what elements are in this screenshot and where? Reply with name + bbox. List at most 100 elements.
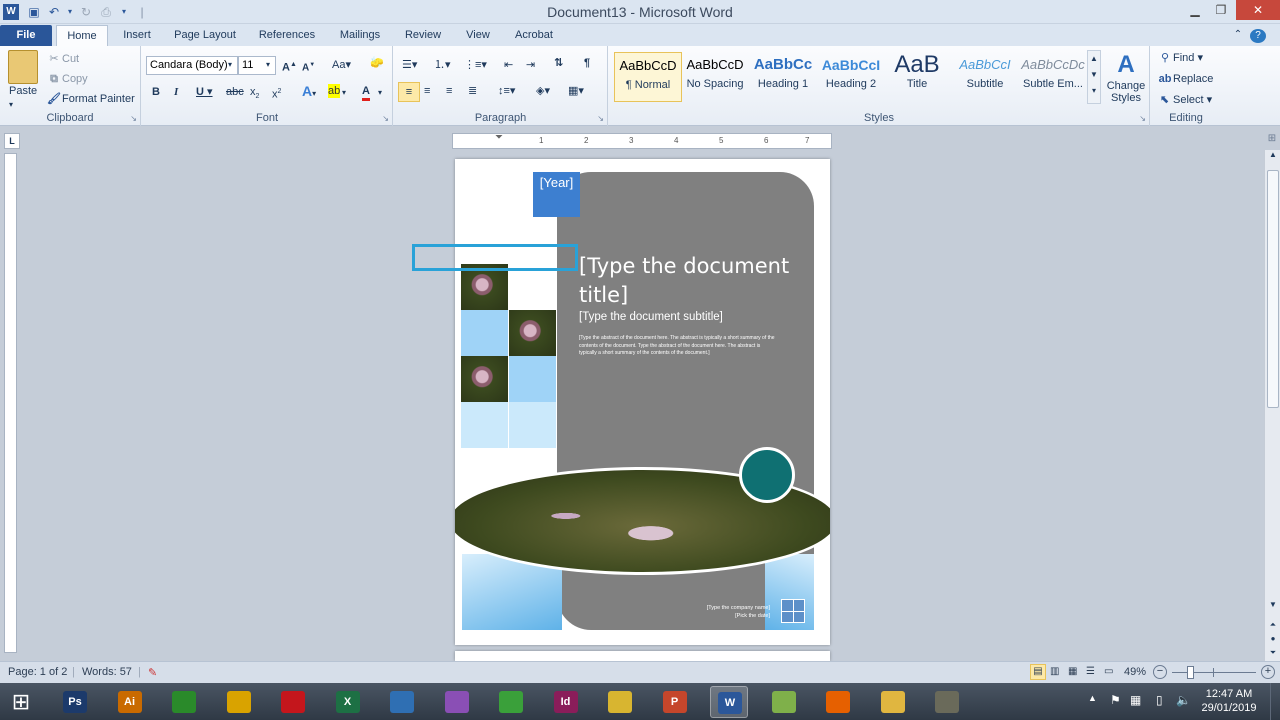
tab-file[interactable]: File — [0, 25, 52, 46]
cut-button[interactable]: ✂ Cut — [46, 52, 79, 66]
superscript-icon[interactable]: x2 — [272, 85, 281, 102]
font-launcher-icon[interactable]: ↘ — [382, 114, 389, 123]
vertical-scrollbar[interactable]: ▲ ▼ ⏶ ● ⏷ — [1264, 150, 1280, 661]
justify-icon[interactable]: ≣ — [468, 84, 477, 98]
numbering-icon[interactable]: ⒈▾ — [434, 58, 451, 72]
show-desktop-button[interactable] — [1270, 683, 1280, 720]
zoom-out-icon[interactable]: − — [1153, 665, 1167, 679]
full-screen-view-icon[interactable]: ▥ — [1050, 666, 1059, 677]
abstract-placeholder[interactable]: [Type the abstract of the document here.… — [579, 335, 779, 358]
strikethrough-icon[interactable]: abc — [226, 85, 244, 99]
tab-home[interactable]: Home — [56, 25, 108, 46]
minimize-ribbon-icon[interactable]: ⌃ — [1230, 25, 1246, 46]
taskbar-app-word[interactable]: W — [710, 686, 748, 718]
taskbar-app-media[interactable] — [928, 686, 966, 718]
draft-view-icon[interactable]: ▭ — [1104, 666, 1113, 677]
web-layout-view-icon[interactable]: ▦ — [1068, 666, 1077, 677]
taskbar-app-camera[interactable] — [383, 686, 421, 718]
style-subtle-emphasis[interactable]: AaBbCcDc Subtle Em... — [1019, 52, 1087, 102]
style-subtitle[interactable]: AaBbCcI Subtitle — [951, 52, 1019, 102]
font-color-dropdown-icon[interactable]: ▾ — [378, 86, 382, 100]
view-ruler-icon[interactable]: ⊞ — [1264, 133, 1280, 149]
taskbar-app-firefox[interactable] — [819, 686, 857, 718]
paste-button[interactable]: Paste — [9, 84, 37, 98]
font-size-dropdown-icon[interactable]: ▾ — [266, 58, 270, 72]
line-spacing-icon[interactable]: ↕≡▾ — [498, 84, 515, 98]
document-page-2[interactable] — [455, 651, 830, 661]
change-styles-button[interactable]: A Change Styles — [1105, 50, 1147, 104]
clear-formatting-icon[interactable]: 🧽 — [370, 56, 384, 70]
paragraph-launcher-icon[interactable]: ↘ — [597, 114, 604, 123]
tab-references[interactable]: References — [254, 25, 320, 46]
taskbar-app-ai[interactable]: Ai — [111, 686, 149, 718]
tab-page-layout[interactable]: Page Layout — [170, 25, 240, 46]
text-effects-icon[interactable]: A▾ — [302, 84, 316, 101]
font-size-combo[interactable]: 11 — [238, 56, 276, 75]
company-date-block[interactable]: [Type the company name] [Pick the date] — [655, 604, 770, 620]
browse-object-icon[interactable]: ● — [1267, 634, 1279, 646]
style-heading-1[interactable]: AaBbCc Heading 1 — [749, 52, 817, 102]
action-center-flag-icon[interactable]: ⚑ — [1110, 693, 1121, 707]
help-icon[interactable]: ? — [1250, 29, 1266, 43]
taskbar-app-green-app[interactable] — [492, 686, 530, 718]
styles-launcher-icon[interactable]: ↘ — [1139, 114, 1146, 123]
paste-dropdown-icon[interactable]: ▾ — [9, 98, 13, 112]
vertical-ruler[interactable] — [4, 153, 17, 653]
document-title-placeholder[interactable]: [Type the document title] — [579, 252, 799, 310]
next-page-icon[interactable]: ⏷ — [1267, 648, 1279, 660]
scroll-down-icon[interactable]: ▼ — [1267, 600, 1279, 612]
style-heading-2[interactable]: AaBbCcI Heading 2 — [817, 52, 885, 102]
shrink-font-icon[interactable]: A▼ — [302, 58, 315, 75]
style-normal[interactable]: AaBbCcD ¶ Normal — [614, 52, 682, 102]
taskbar-app-explorer[interactable] — [874, 686, 912, 718]
company-placeholder[interactable]: [Type the company name] — [655, 604, 770, 612]
underline-icon[interactable]: U ▾ — [196, 85, 213, 99]
tab-view[interactable]: View — [458, 25, 498, 46]
clock[interactable]: 12:47 AM 29/01/2019 — [1198, 687, 1260, 715]
copy-button[interactable]: ⧉ Copy — [46, 72, 88, 86]
taskbar-app-ps[interactable]: Ps — [56, 686, 94, 718]
tab-acrobat[interactable]: Acrobat — [508, 25, 560, 46]
font-name-combo[interactable]: Candara (Body) — [146, 56, 238, 75]
shading-icon[interactable]: ◈▾ — [536, 84, 550, 98]
close-icon[interactable]: ✕ — [1236, 0, 1280, 20]
previous-page-icon[interactable]: ⏶ — [1267, 620, 1279, 632]
tab-mailings[interactable]: Mailings — [332, 25, 388, 46]
start-icon[interactable]: ⊞ — [8, 690, 34, 714]
battery-icon[interactable]: ▯ — [1156, 693, 1163, 707]
word-count[interactable]: Words: 57 — [82, 666, 132, 678]
find-button[interactable]: ⚲ Find ▾ — [1157, 51, 1203, 65]
volume-icon[interactable]: 🔈 — [1176, 693, 1191, 707]
tab-insert[interactable]: Insert — [116, 25, 158, 46]
replace-button[interactable]: ab Replace — [1157, 72, 1214, 86]
align-left-icon[interactable]: ≡ — [398, 82, 420, 102]
highlight-icon[interactable]: ab — [328, 84, 341, 98]
taskbar-app-photos[interactable] — [438, 686, 476, 718]
taskbar-app-chrome[interactable] — [220, 686, 258, 718]
horizontal-ruler[interactable]: 1 2 3 4 5 6 7 ⏷ — [452, 132, 832, 149]
italic-icon[interactable]: I — [174, 85, 178, 99]
year-placeholder[interactable]: [Year] — [533, 172, 580, 217]
taskbar-app-notes[interactable] — [765, 686, 803, 718]
document-subtitle-placeholder[interactable]: [Type the document subtitle] — [579, 311, 799, 323]
align-right-icon[interactable]: ≡ — [446, 84, 452, 98]
taskbar-app-excel[interactable]: X — [329, 686, 367, 718]
taskbar-app-opera[interactable] — [274, 686, 312, 718]
increase-indent-icon[interactable]: ⇥ — [526, 58, 535, 72]
bullets-icon[interactable]: ☰▾ — [402, 58, 417, 72]
taskbar-app-lync[interactable] — [601, 686, 639, 718]
highlight-dropdown-icon[interactable]: ▾ — [342, 86, 346, 100]
taskbar-app-indesign[interactable]: Id — [547, 686, 585, 718]
decrease-indent-icon[interactable]: ⇤ — [504, 58, 513, 72]
borders-icon[interactable]: ▦▾ — [568, 84, 584, 98]
format-painter-button[interactable]: 🖌Format Painter — [46, 92, 135, 106]
left-indent-marker-icon[interactable]: ⏷ — [495, 132, 503, 143]
document-page[interactable]: [Year] [Type the document title] [Type t… — [455, 159, 830, 645]
show-formatting-icon[interactable]: ¶ — [584, 56, 590, 70]
show-hidden-icons-icon[interactable]: ▲ — [1088, 693, 1097, 703]
multilevel-list-icon[interactable]: ⋮≡▾ — [464, 58, 487, 72]
subscript-icon[interactable]: x2 — [250, 85, 259, 104]
scroll-up-icon[interactable]: ▲ — [1267, 150, 1279, 162]
style-title[interactable]: AaB Title — [883, 52, 951, 102]
bold-icon[interactable]: B — [152, 85, 160, 99]
